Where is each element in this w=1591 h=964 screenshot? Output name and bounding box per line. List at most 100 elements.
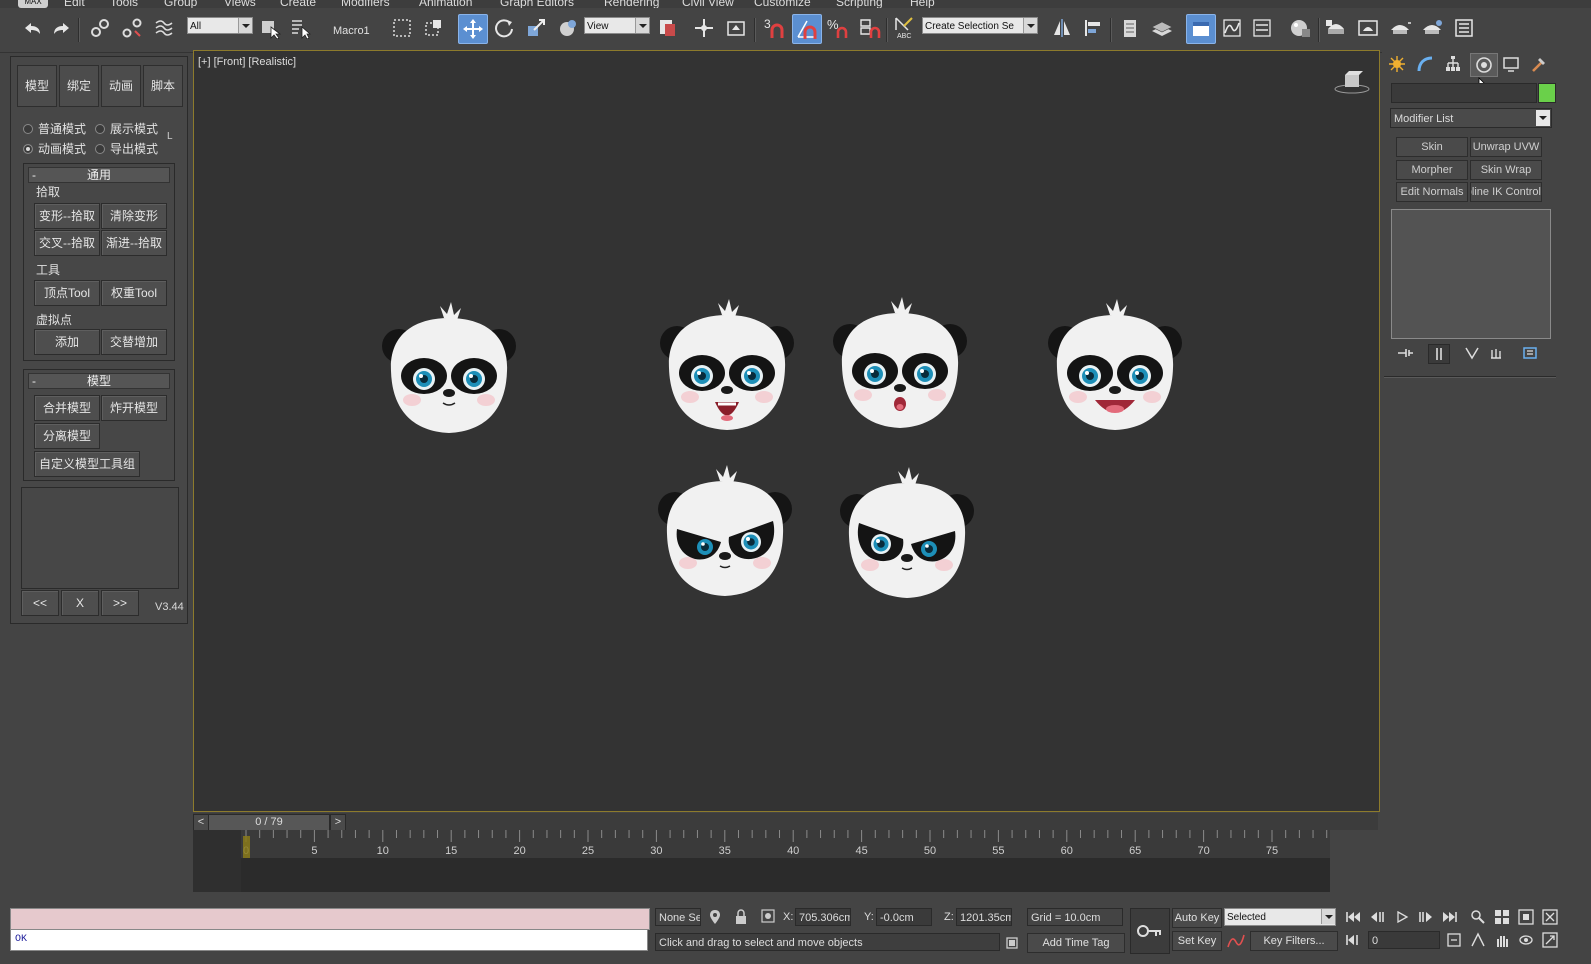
select-and-move-icon[interactable]	[458, 14, 488, 44]
close-panel-button[interactable]: X	[61, 590, 99, 616]
default-tangent-icon[interactable]	[1226, 932, 1246, 953]
rectangular-selection-icon[interactable]	[388, 14, 416, 42]
menu-rendering[interactable]: Rendering	[604, 0, 659, 8]
select-and-place-icon[interactable]	[554, 14, 582, 42]
utilities-tab-icon[interactable]	[1526, 53, 1552, 75]
mode-display-radio[interactable]: 展示模式	[95, 120, 158, 137]
menu-create[interactable]: Create	[280, 0, 316, 8]
skin-modifier-button[interactable]: Skin	[1396, 137, 1468, 157]
render-production-icon[interactable]	[1386, 14, 1414, 42]
tab-script[interactable]: 脚本	[143, 65, 183, 107]
hierarchy-tab-icon[interactable]	[1440, 53, 1466, 75]
set-keys-icon[interactable]	[1130, 908, 1170, 954]
scene-explorer-icon[interactable]	[1116, 14, 1144, 42]
time-slider-next-button[interactable]: >	[330, 814, 346, 831]
modifier-list-dropdown[interactable]: Modifier List	[1390, 108, 1552, 128]
previous-frame-icon[interactable]	[1367, 908, 1387, 926]
make-unique-icon[interactable]	[1464, 346, 1480, 363]
field-of-view-icon[interactable]	[1468, 931, 1488, 949]
current-frame-field[interactable]: 0	[1368, 931, 1440, 949]
keyboard-shortcut-override-icon[interactable]	[722, 14, 750, 42]
configure-modifier-sets-icon[interactable]	[1522, 345, 1540, 364]
key-mode-dropdown[interactable]: Selected	[1224, 908, 1336, 926]
pan-view-icon[interactable]	[1492, 931, 1512, 949]
menu-customize[interactable]: Customize	[754, 0, 811, 8]
orbit-icon[interactable]	[1516, 931, 1536, 949]
tab-binding[interactable]: 绑定	[59, 65, 99, 107]
material-editor-icon[interactable]	[1286, 14, 1314, 42]
key-track[interactable]	[241, 858, 1330, 892]
track-bar[interactable]: 051015202530354045505560657075	[193, 830, 1330, 892]
unwrap-uvw-modifier-button[interactable]: Unwrap UVW	[1470, 137, 1542, 157]
tab-animation[interactable]: 动画	[101, 65, 141, 107]
bind-to-space-warp-icon[interactable]	[150, 14, 178, 42]
next-frame-icon[interactable]	[1416, 908, 1436, 926]
set-key-button[interactable]: Set Key	[1172, 931, 1222, 951]
menu-views[interactable]: Views	[224, 0, 256, 8]
edit-named-selection-icon[interactable]: ABC	[890, 14, 918, 42]
display-tab-icon[interactable]	[1498, 53, 1524, 75]
modify-tab-icon[interactable]	[1412, 53, 1438, 75]
mode-export-radio[interactable]: 导出模式	[95, 140, 158, 157]
y-coord-field[interactable]: -0.0cm	[876, 908, 932, 926]
mode-animation-radio[interactable]: 动画模式	[23, 140, 86, 157]
menu-animation[interactable]: Animation	[419, 0, 472, 8]
snaps-toggle-icon[interactable]: 3	[760, 14, 788, 42]
auto-key-button[interactable]: Auto Key	[1172, 908, 1222, 928]
key-filters-button[interactable]: Key Filters...	[1250, 931, 1338, 951]
select-by-name-icon[interactable]	[286, 14, 314, 42]
alternate-add-button[interactable]: 交替增加	[101, 329, 167, 355]
edit-normals-modifier-button[interactable]: Edit Normals	[1396, 182, 1468, 202]
menu-modifiers[interactable]: Modifiers	[341, 0, 390, 8]
add-time-tag-button[interactable]: Add Time Tag	[1027, 933, 1125, 953]
go-to-start-icon[interactable]	[1343, 908, 1363, 926]
redo-icon[interactable]	[48, 14, 76, 42]
create-tab-icon[interactable]	[1384, 53, 1410, 75]
absolute-mode-transform-icon[interactable]	[760, 908, 776, 927]
menu-group[interactable]: Group	[164, 0, 197, 8]
time-slider[interactable]: < 0 / 79 >	[193, 813, 1378, 831]
percent-snap-icon[interactable]: %	[824, 14, 852, 42]
morpher-modifier-button[interactable]: Morpher	[1396, 160, 1468, 180]
model-rollout-header[interactable]: - 模型	[28, 373, 170, 389]
toggle-command-panel-icon[interactable]	[1186, 14, 1216, 44]
progressive-pick-button[interactable]: 渐进--拾取	[101, 230, 167, 256]
x-coord-field[interactable]: 705.306cm	[795, 908, 851, 926]
menu-graph-editors[interactable]: Graph Editors	[500, 0, 574, 8]
menu-civil-view[interactable]: Civil View	[682, 0, 734, 8]
merge-model-button[interactable]: 合并模型	[34, 395, 100, 421]
menu-edit[interactable]: Edit	[64, 0, 85, 8]
front-viewport[interactable]: [+] [Front] [Realistic]	[193, 50, 1380, 812]
menu-scripting[interactable]: Scripting	[836, 0, 883, 8]
align-icon[interactable]	[1080, 14, 1108, 42]
time-slider-prev-button[interactable]: <	[193, 814, 209, 831]
select-and-scale-icon[interactable]	[522, 14, 550, 42]
tab-model[interactable]: 模型	[17, 65, 57, 107]
menu-help[interactable]: Help	[910, 0, 935, 8]
motion-tab-icon[interactable]	[1470, 53, 1498, 77]
mode-normal-radio[interactable]: 普通模式	[23, 120, 86, 137]
pivot-center-icon[interactable]	[654, 14, 682, 42]
vertex-tool-button[interactable]: 顶点Tool	[34, 280, 100, 306]
window-crossing-icon[interactable]	[420, 14, 448, 42]
skin-wrap-modifier-button[interactable]: Skin Wrap	[1470, 160, 1542, 180]
cross-pick-button[interactable]: 交叉--拾取	[34, 230, 100, 256]
curve-editor-icon[interactable]	[1218, 14, 1246, 42]
go-to-end-icon[interactable]	[1440, 908, 1460, 926]
selection-filter-dropdown[interactable]: All	[187, 17, 253, 34]
mirror-icon[interactable]	[1048, 14, 1076, 42]
explode-model-button[interactable]: 炸开模型	[101, 395, 167, 421]
layer-explorer-icon[interactable]	[1148, 14, 1176, 42]
isolate-selection-icon[interactable]	[708, 909, 722, 928]
spline-ik-control-modifier-button[interactable]: Spline IK Control	[1470, 182, 1542, 202]
spinner-snap-icon[interactable]	[856, 14, 884, 42]
detach-model-button[interactable]: 分离模型	[34, 423, 100, 449]
time-configuration-icon[interactable]	[1446, 932, 1462, 951]
object-color-swatch[interactable]	[1538, 83, 1556, 103]
custom-model-toolgroup-button[interactable]: 自定义模型工具组	[34, 451, 140, 477]
menu-tools[interactable]: Tools	[110, 0, 138, 8]
select-object-icon[interactable]	[256, 14, 284, 42]
remove-modifier-icon[interactable]	[1488, 346, 1504, 363]
reference-coordinate-dropdown[interactable]: View	[584, 17, 650, 34]
app-logo[interactable]: MAX	[18, 0, 48, 8]
